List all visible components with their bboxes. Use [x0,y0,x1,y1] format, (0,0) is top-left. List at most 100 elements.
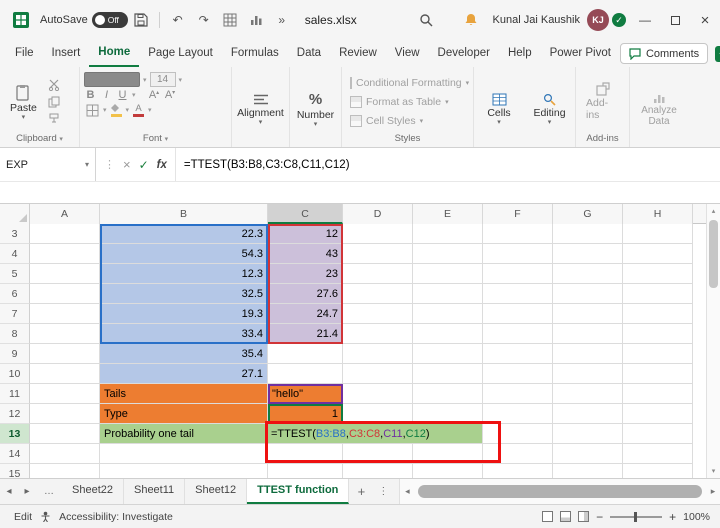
cell-f12[interactable] [483,404,553,424]
cell-h10[interactable] [623,364,693,384]
cell-c7[interactable]: 24.7 [268,304,343,324]
cell-h14[interactable] [623,444,693,464]
tab-help[interactable]: Help [499,41,541,66]
cell-a13[interactable] [30,424,100,444]
cell-b11[interactable]: Tails [100,384,268,404]
row-header-4[interactable]: 4 [0,244,30,264]
underline-button[interactable]: U [116,89,129,101]
formula-input[interactable]: =TTEST(B3:B8,C3:C8,C11,C12) [176,148,350,181]
save-icon[interactable] [131,10,151,30]
decrease-font-size-button[interactable]: A▾ [164,89,177,101]
cell-a11[interactable] [30,384,100,404]
cell-c10[interactable] [268,364,343,384]
cell-b8[interactable]: 33.4 [100,324,268,344]
column-header-a[interactable]: A [30,204,100,224]
cell-f13[interactable] [483,424,553,444]
cell-d6[interactable] [343,284,413,304]
cell-d9[interactable] [343,344,413,364]
cell-e12[interactable] [413,404,483,424]
row-header-9[interactable]: 9 [0,344,30,364]
cell-h12[interactable] [623,404,693,424]
sheet-options-kebab-icon[interactable]: ⋮ [373,479,393,504]
drag-handle-icon[interactable]: ⋮ [104,158,115,171]
cell-c14[interactable] [268,444,343,464]
cell-d14[interactable] [343,444,413,464]
cell-b5[interactable]: 12.3 [100,264,268,284]
cell-h3[interactable] [623,224,693,244]
cell-b6[interactable]: 32.5 [100,284,268,304]
cell-e6[interactable] [413,284,483,304]
cell-h4[interactable] [623,244,693,264]
page-layout-view-icon[interactable] [560,511,571,522]
number-button[interactable]: % Number ▾ [294,91,337,127]
chevron-down-icon[interactable]: ▾ [126,106,130,114]
horizontal-scrollbar[interactable]: ◂ ▸ [399,479,720,504]
hscroll-right-icon[interactable]: ▸ [706,479,720,504]
cell-mode-indicator[interactable]: Edit [14,511,32,523]
share-button[interactable] [714,44,720,64]
row-header-15[interactable]: 15 [0,464,30,478]
chevron-down-icon[interactable]: ▾ [148,106,152,114]
comments-button[interactable]: Comments [620,43,708,64]
row-header-12[interactable]: 12 [0,404,30,424]
cell-d11[interactable] [343,384,413,404]
cell-f8[interactable] [483,324,553,344]
cell-g6[interactable] [553,284,623,304]
chevron-down-icon[interactable]: ▾ [179,76,183,84]
tab-developer[interactable]: Developer [429,41,499,66]
column-header-d[interactable]: D [343,204,413,224]
user-name[interactable]: Kunal Jai Kaushik [493,14,580,26]
row-header-6[interactable]: 6 [0,284,30,304]
cut-icon[interactable] [46,78,62,92]
fill-color-icon[interactable] [110,104,123,117]
cell-e4[interactable] [413,244,483,264]
cells-button[interactable]: Cells ▾ [478,93,520,125]
zoom-level[interactable]: 100% [683,511,710,523]
notifications-bell-icon[interactable] [461,10,481,30]
cell-h11[interactable] [623,384,693,404]
cell-c9[interactable] [268,344,343,364]
cell-h8[interactable] [623,324,693,344]
chevron-down-icon[interactable]: ▾ [132,91,136,99]
cell-b15[interactable] [100,464,268,478]
tab-data[interactable]: Data [288,41,330,66]
cell-a15[interactable] [30,464,100,478]
column-header-e[interactable]: E [413,204,483,224]
addins-button[interactable]: Add-ins [580,71,625,132]
cell-e14[interactable] [413,444,483,464]
cell-a14[interactable] [30,444,100,464]
font-color-icon[interactable]: A [132,104,145,117]
minimize-button[interactable]: — [630,0,660,40]
cell-h13[interactable] [623,424,693,444]
zoom-in-icon[interactable]: + [669,510,676,524]
tab-review[interactable]: Review [330,41,386,66]
italic-button[interactable]: I [100,89,113,101]
name-box[interactable]: EXP ▾ [0,148,96,181]
editing-button[interactable]: Editing ▾ [528,93,571,125]
cell-g12[interactable] [553,404,623,424]
redo-icon[interactable]: ↷ [194,10,214,30]
cell-h6[interactable] [623,284,693,304]
tab-formulas[interactable]: Formulas [222,41,288,66]
grid-quick-icon[interactable] [220,10,240,30]
cell-a3[interactable] [30,224,100,244]
styles-item-format-as-table[interactable]: Format as Table▾ [346,92,469,111]
cell-b13[interactable]: Probability one tail [100,424,268,444]
cell-b9[interactable]: 35.4 [100,344,268,364]
active-formula-cell-c13[interactable]: =TTEST(B3:B8,C3:C8,C11,C12) [268,424,483,444]
autosave-toggle[interactable]: Off [92,12,128,28]
sheet-tab-ttest-function[interactable]: TTEST function [247,479,349,504]
cell-g3[interactable] [553,224,623,244]
horizontal-scrollbar-thumb[interactable] [418,485,702,498]
addins-group-label[interactable]: Add-ins [580,132,625,147]
cell-d4[interactable] [343,244,413,264]
scroll-up-icon[interactable]: ▴ [707,207,720,215]
select-all-corner[interactable] [0,204,30,224]
cell-e5[interactable] [413,264,483,284]
avatar[interactable]: KJ [587,9,609,31]
font-name-combobox[interactable] [84,72,140,87]
column-header-b[interactable]: B [100,204,268,224]
sheet-tab-sheet11[interactable]: Sheet11 [124,479,185,504]
font-size-combobox[interactable]: 14 [150,72,176,87]
cell-a5[interactable] [30,264,100,284]
